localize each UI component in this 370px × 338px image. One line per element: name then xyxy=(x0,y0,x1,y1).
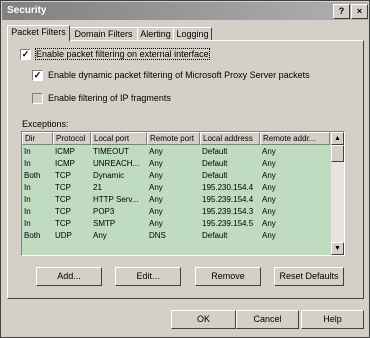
column-header-protocol[interactable]: Protocol xyxy=(53,132,91,145)
enable-dynamic-filtering-label: Enable dynamic packet filtering of Micro… xyxy=(48,70,310,80)
cell-remote-address: Any xyxy=(262,147,276,156)
remove-button[interactable]: Remove xyxy=(195,267,261,286)
scroll-down-icon[interactable]: ▼ xyxy=(331,242,344,255)
cell-protocol: TCP xyxy=(55,171,71,180)
cell-protocol: TCP xyxy=(55,207,71,216)
table-row[interactable]: In TCP 21 Any 195.230.154.4 Any xyxy=(22,182,330,193)
edit-button[interactable]: Edit... xyxy=(115,267,181,286)
cell-remote-port: Any xyxy=(149,147,163,156)
cell-local-port: UNREACH... xyxy=(93,159,140,168)
window-title: Security xyxy=(7,5,47,16)
cell-remote-port: Any xyxy=(149,195,163,204)
cell-local-port: Any xyxy=(93,231,107,240)
cell-local-address: 195.230.154.4 xyxy=(202,183,254,192)
column-header-local-address[interactable]: Local address xyxy=(200,132,260,145)
scroll-up-icon[interactable]: ▲ xyxy=(331,132,344,145)
cell-local-port: POP3 xyxy=(93,207,115,216)
exceptions-list[interactable]: Dir Protocol Local port Remote port Loca… xyxy=(21,131,345,256)
reset-defaults-button[interactable]: Reset Defaults xyxy=(274,267,344,286)
enable-ip-fragments-label: Enable filtering of IP fragments xyxy=(48,93,171,103)
vertical-scrollbar[interactable]: ▲ ▼ xyxy=(331,132,344,255)
cell-local-address: Default xyxy=(202,159,228,168)
title-bar: Security ? × xyxy=(2,2,368,20)
cell-protocol: ICMP xyxy=(55,159,75,168)
column-header-remote-address[interactable]: Remote addr... xyxy=(260,132,330,145)
help-button[interactable]: Help xyxy=(301,310,364,329)
cell-remote-address: Any xyxy=(262,195,276,204)
table-row[interactable]: In TCP SMTP Any 195.239.154.5 Any xyxy=(22,218,330,229)
cell-dir: In xyxy=(24,147,31,156)
cell-local-port: TIMEOUT xyxy=(93,147,129,156)
cell-dir: In xyxy=(24,219,31,228)
help-icon[interactable]: ? xyxy=(333,4,350,19)
cell-protocol: TCP xyxy=(55,219,71,228)
cell-local-address: 195.239.154.3 xyxy=(202,207,254,216)
cell-remote-address: Any xyxy=(262,171,276,180)
cell-protocol: UDP xyxy=(55,231,72,240)
table-row[interactable]: In TCP HTTP Serv... Any 195.239.154.4 Any xyxy=(22,194,330,205)
enable-packet-filtering-checkbox[interactable]: ✓ xyxy=(20,49,31,60)
ok-button[interactable]: OK xyxy=(171,310,236,329)
cell-local-address: Default xyxy=(202,147,228,156)
enable-ip-fragments-checkbox[interactable] xyxy=(32,93,43,104)
exceptions-label: Exceptions: xyxy=(22,119,69,129)
cell-remote-port: Any xyxy=(149,219,163,228)
column-header-local-port[interactable]: Local port xyxy=(91,132,147,145)
cell-local-address: 195.239.154.5 xyxy=(202,219,254,228)
cell-local-port: 21 xyxy=(93,183,102,192)
cell-local-address: 195.239.154.4 xyxy=(202,195,254,204)
tab-logging[interactable]: Logging xyxy=(173,27,212,41)
cell-remote-port: DNS xyxy=(149,231,166,240)
column-header-remote-port[interactable]: Remote port xyxy=(147,132,200,145)
cell-remote-address: Any xyxy=(262,207,276,216)
enable-packet-filtering-label: Enable packet filtering on external inte… xyxy=(35,48,210,60)
tab-alerting[interactable]: Alerting xyxy=(137,27,174,41)
table-row[interactable]: Both TCP Dynamic Any Default Any xyxy=(22,170,330,181)
enable-dynamic-filtering-checkbox[interactable]: ✓ xyxy=(32,70,43,81)
cell-protocol: TCP xyxy=(55,183,71,192)
cancel-button[interactable]: Cancel xyxy=(236,310,299,329)
cell-dir: Both xyxy=(24,231,41,240)
cell-dir: In xyxy=(24,195,31,204)
table-row[interactable]: Both UDP Any DNS Default Any xyxy=(22,230,330,241)
cell-remote-address: Any xyxy=(262,183,276,192)
cell-remote-address: Any xyxy=(262,231,276,240)
security-dialog: Security ? × Packet Filters Domain Filte… xyxy=(0,0,370,338)
cell-dir: In xyxy=(24,159,31,168)
cell-dir: Both xyxy=(24,171,41,180)
column-header-dir[interactable]: Dir xyxy=(22,132,53,145)
cell-remote-port: Any xyxy=(149,171,163,180)
cell-remote-port: Any xyxy=(149,207,163,216)
cell-local-address: Default xyxy=(202,231,228,240)
cell-local-address: Default xyxy=(202,171,228,180)
cell-protocol: TCP xyxy=(55,195,71,204)
cell-remote-address: Any xyxy=(262,159,276,168)
packet-filters-panel: ✓ Enable packet filtering on external in… xyxy=(7,40,364,299)
cell-dir: In xyxy=(24,183,31,192)
tab-packet-filters[interactable]: Packet Filters xyxy=(7,25,70,41)
exceptions-header: Dir Protocol Local port Remote port Loca… xyxy=(22,132,330,145)
scroll-thumb[interactable] xyxy=(331,145,344,162)
cell-local-port: SMTP xyxy=(93,219,116,228)
cell-local-port: Dynamic xyxy=(93,171,125,180)
cell-remote-port: Any xyxy=(149,159,163,168)
cell-local-port: HTTP Serv... xyxy=(93,195,139,204)
cell-dir: In xyxy=(24,207,31,216)
table-row[interactable]: In TCP POP3 Any 195.239.154.3 Any xyxy=(22,206,330,217)
table-row[interactable]: In ICMP TIMEOUT Any Default Any xyxy=(22,146,330,157)
tab-domain-filters[interactable]: Domain Filters xyxy=(69,27,138,41)
cell-remote-address: Any xyxy=(262,219,276,228)
cell-remote-port: Any xyxy=(149,183,163,192)
cell-protocol: ICMP xyxy=(55,147,75,156)
close-icon[interactable]: × xyxy=(351,4,368,19)
add-button[interactable]: Add... xyxy=(36,267,102,286)
table-row[interactable]: In ICMP UNREACH... Any Default Any xyxy=(22,158,330,169)
